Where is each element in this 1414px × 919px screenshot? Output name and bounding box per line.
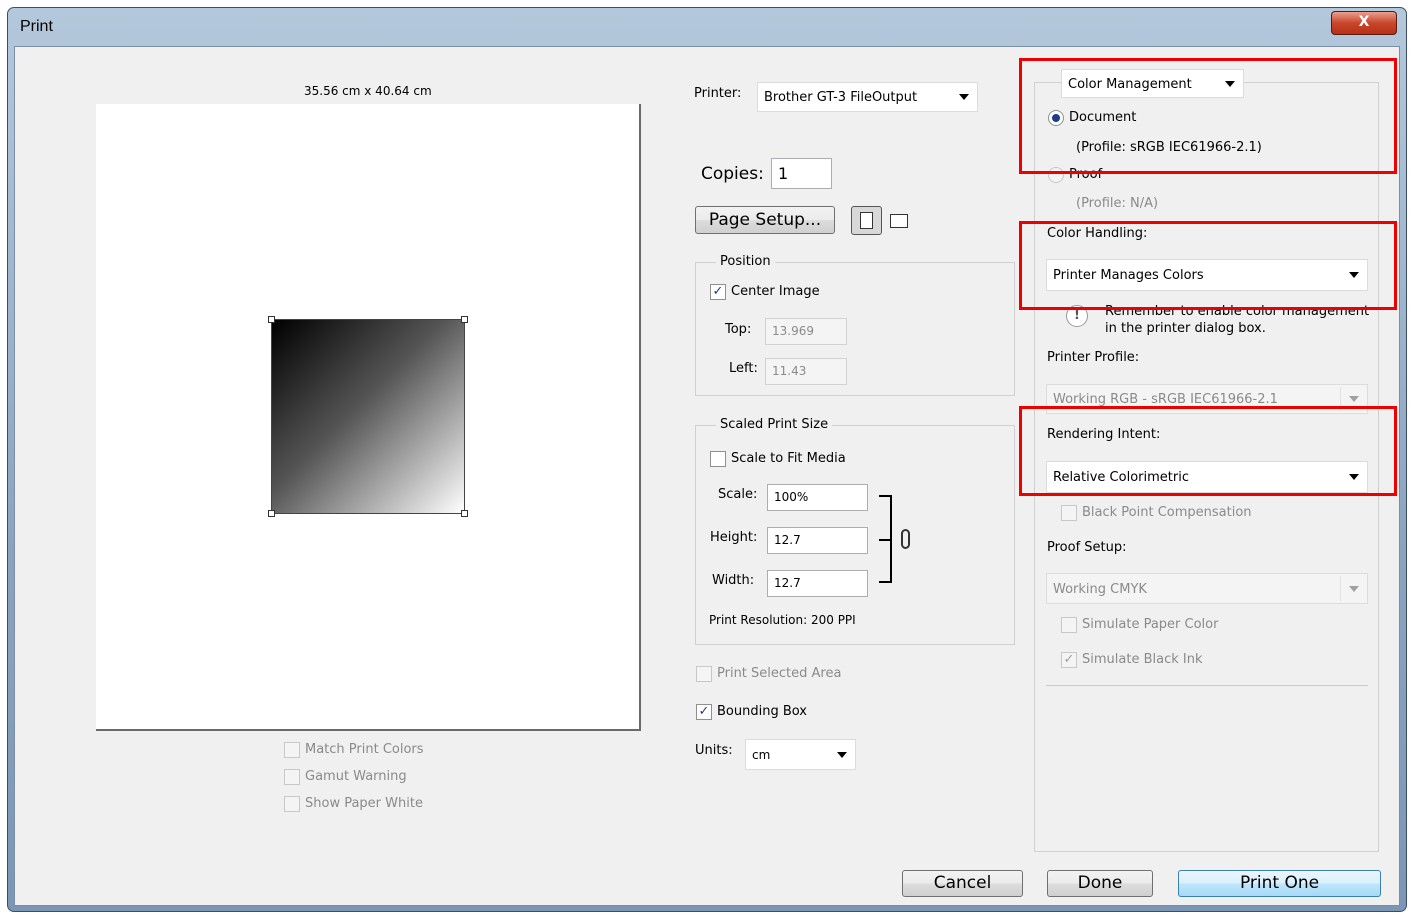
print-selected-area-checkbox[interactable]: [696, 666, 712, 682]
bounding-box-label: Bounding Box: [717, 704, 808, 719]
resize-handle-bottom-left[interactable]: [268, 510, 275, 517]
simulate-paper-color-checkbox[interactable]: [1061, 617, 1077, 633]
units-select[interactable]: cm: [745, 739, 856, 770]
chain-link-icon[interactable]: [901, 529, 910, 549]
show-paper-white-checkbox[interactable]: [284, 796, 300, 812]
preview-dimensions: 35.56 cm x 40.64 cm: [304, 84, 432, 98]
match-print-colors-label: Match Print Colors: [305, 742, 424, 757]
highlight-box-color-management: [1019, 58, 1397, 174]
window-title: Print: [20, 18, 53, 35]
portrait-page-icon: [860, 212, 873, 229]
chevron-down-icon: [959, 94, 969, 100]
position-group-title: Position: [716, 254, 775, 269]
constrain-bracket-tick: [879, 539, 891, 541]
printer-label: Printer:: [694, 86, 742, 101]
black-point-compensation-checkbox[interactable]: [1061, 505, 1077, 521]
highlight-box-color-handling: [1019, 221, 1397, 310]
proof-setup-select-value: Working CMYK: [1053, 582, 1147, 597]
simulate-paper-color-label: Simulate Paper Color: [1082, 617, 1219, 632]
simulate-black-ink-checkbox[interactable]: ✓: [1061, 652, 1077, 668]
black-point-compensation-label: Black Point Compensation: [1082, 505, 1252, 520]
chevron-down-icon: [1349, 396, 1359, 402]
units-label: Units:: [695, 743, 733, 758]
printer-profile-label: Printer Profile:: [1047, 350, 1140, 365]
top-input[interactable]: 13.969: [765, 318, 847, 345]
chevron-down-icon: [837, 751, 847, 758]
printer-profile-select-value: Working RGB - sRGB IEC61966-2.1: [1053, 392, 1278, 407]
resize-handle-top-right[interactable]: [461, 316, 468, 323]
height-label: Height:: [710, 530, 758, 545]
cancel-button[interactable]: Cancel: [902, 870, 1023, 897]
scale-label: Scale:: [718, 487, 758, 502]
copies-label: Copies:: [701, 164, 764, 184]
color-note-line2: in the printer dialog box.: [1105, 321, 1266, 336]
proof-setup-label: Proof Setup:: [1047, 540, 1127, 555]
gamut-warning-checkbox[interactable]: [284, 769, 300, 785]
chevron-down-icon: [1349, 585, 1359, 592]
printer-select[interactable]: Brother GT-3 FileOutput: [757, 82, 978, 112]
highlight-box-rendering-intent: [1019, 406, 1397, 496]
copies-input[interactable]: 1: [771, 158, 832, 189]
page-setup-button[interactable]: Page Setup...: [695, 206, 835, 234]
scale-to-fit-label: Scale to Fit Media: [731, 451, 846, 466]
center-image-label: Center Image: [731, 284, 820, 299]
scale-to-fit-checkbox[interactable]: [710, 451, 726, 467]
done-button[interactable]: Done: [1047, 870, 1153, 897]
scale-input[interactable]: 100%: [767, 484, 868, 511]
proof-profile: (Profile: N/A): [1076, 196, 1159, 211]
left-input[interactable]: 11.43: [765, 358, 847, 385]
center-image-checkbox[interactable]: ✓: [710, 284, 726, 300]
preview-image[interactable]: [271, 319, 465, 514]
simulate-black-ink-label: Simulate Black Ink: [1082, 652, 1203, 667]
resize-handle-top-left[interactable]: [268, 316, 275, 323]
units-select-value: cm: [752, 748, 771, 762]
printer-select-value: Brother GT-3 FileOutput: [764, 90, 918, 105]
top-label: Top:: [725, 322, 752, 337]
divider: [1046, 685, 1368, 686]
width-label: Width:: [712, 573, 755, 588]
proof-setup-select[interactable]: Working CMYK: [1046, 573, 1368, 604]
landscape-page-icon: [890, 214, 908, 228]
scaled-print-size-title: Scaled Print Size: [716, 417, 833, 432]
height-input[interactable]: 12.7: [767, 527, 868, 554]
left-label: Left:: [729, 361, 758, 376]
portrait-orientation-button[interactable]: [851, 206, 882, 235]
resize-handle-bottom-right[interactable]: [461, 510, 468, 517]
print-resolution-text: Print Resolution: 200 PPI: [709, 613, 856, 627]
show-paper-white-label: Show Paper White: [305, 796, 423, 811]
close-button[interactable]: X: [1331, 11, 1397, 35]
combo-separator: [1340, 576, 1341, 601]
gamut-warning-label: Gamut Warning: [305, 769, 407, 784]
print-selected-area-label: Print Selected Area: [717, 666, 842, 681]
bounding-box-checkbox[interactable]: ✓: [696, 704, 712, 720]
landscape-orientation-button[interactable]: [888, 209, 912, 233]
width-input[interactable]: 12.7: [767, 570, 868, 597]
match-print-colors-checkbox[interactable]: [284, 742, 300, 758]
print-one-button[interactable]: Print One: [1178, 870, 1381, 897]
